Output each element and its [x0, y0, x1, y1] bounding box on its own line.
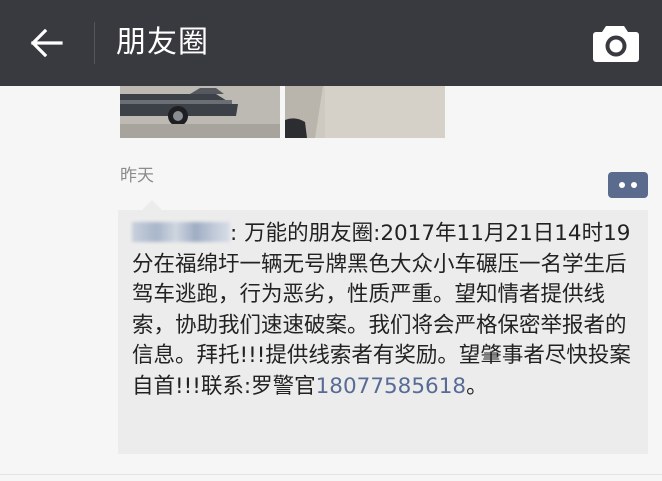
- page-title: 朋友圈: [116, 25, 209, 60]
- comment-icon: [619, 182, 625, 188]
- comment-icon-dot: [631, 182, 637, 188]
- back-button[interactable]: [18, 18, 78, 68]
- camera-icon: [593, 26, 639, 62]
- comment-end-punctuation: 。: [466, 373, 488, 399]
- comment-author-name[interactable]: [132, 222, 230, 242]
- post-timestamp: 昨天: [120, 166, 154, 186]
- comment-body: 万能的朋友圈:2017年11月21日14时19分在福绵圩一辆无号牌黑色大众小车碾…: [132, 221, 631, 399]
- comment-button[interactable]: [608, 172, 648, 198]
- car-photo-image: [120, 86, 280, 138]
- title-bar: 朋友圈: [0, 0, 662, 86]
- arrow-left-icon: [30, 28, 63, 58]
- camera-button[interactable]: [590, 20, 642, 66]
- comment-text: : 万能的朋友圈:2017年11月21日14时19分在福绵圩一辆无号牌黑色大众小…: [132, 219, 636, 402]
- comment-box: : 万能的朋友圈:2017年11月21日14时19分在福绵圩一辆无号牌黑色大众小…: [118, 200, 648, 454]
- road-photo-image: [285, 86, 445, 138]
- post-photo-road[interactable]: [285, 86, 445, 138]
- post-photo-car[interactable]: [120, 86, 280, 138]
- comment-separator: :: [230, 221, 245, 246]
- feed-divider: [0, 474, 662, 475]
- title-divider: [94, 22, 95, 64]
- moments-feed: 昨天 : 万能的朋友圈:2017年11月21日14时19分在福绵圩一辆无号牌黑色…: [0, 86, 662, 481]
- phone-number-link[interactable]: 18077585618: [316, 374, 466, 399]
